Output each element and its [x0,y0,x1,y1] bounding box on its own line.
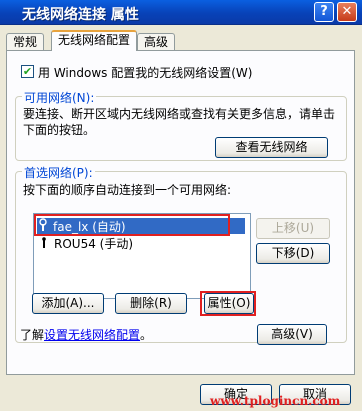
list-item[interactable]: ROU54 (手动) [38,235,133,251]
move-up-button[interactable]: 上移(U) [256,218,330,239]
move-down-button[interactable]: 下移(D) [256,243,330,264]
available-networks-legend: 可用网络(N): [22,89,97,106]
available-networks-group: 可用网络(N): 要连接、断开区域内无线网络或查找有关更多信息，请单击下面的按钮… [15,89,347,161]
tab-wireless-config[interactable]: 无线网络配置 [51,30,138,51]
use-windows-label: 用 Windows 配置我的无线网络设置(W) [38,66,253,80]
list-item-label: ROU54 (手动) [54,237,134,251]
title-bar: 无线网络连接 属性 ? ✕ [0,0,362,25]
available-networks-description: 要连接、断开区域内无线网络或查找有关更多信息，请单击下面的按钮。 [23,107,336,137]
highlight-box-selected-network [34,214,230,236]
learn-suffix: 。 [140,328,153,342]
view-wireless-networks-button[interactable]: 查看无线网络 [215,137,328,158]
advanced-button[interactable]: 高级(V) [257,324,327,345]
remove-button[interactable]: 删除(R) [115,293,187,314]
close-button[interactable]: ✕ [337,2,357,22]
learn-prefix: 了解 [20,328,45,342]
preferred-networks-description: 按下面的顺序自动连接到一个可用网络: [23,183,232,197]
highlight-box-properties [200,291,256,316]
preferred-networks-legend: 首选网络(P): [22,164,95,181]
setup-wireless-link[interactable]: 设置无线网络配置 [44,328,140,342]
add-button[interactable]: 添加(A)... [32,293,104,314]
tab-general[interactable]: 常规 [6,33,45,51]
use-windows-checkbox[interactable]: ✔ [21,65,34,78]
watermark: www.tplogincn.com [210,394,341,408]
help-button[interactable]: ? [314,2,334,22]
tab-advanced[interactable]: 高级 [137,33,176,51]
antenna-icon [38,235,50,252]
learn-more-text: 了解设置无线网络配置。 [20,326,152,343]
window-title: 无线网络连接 属性 [22,7,139,23]
tab-panel: ✔ 用 Windows 配置我的无线网络设置(W) 可用网络(N): 要连接、断… [6,50,355,375]
